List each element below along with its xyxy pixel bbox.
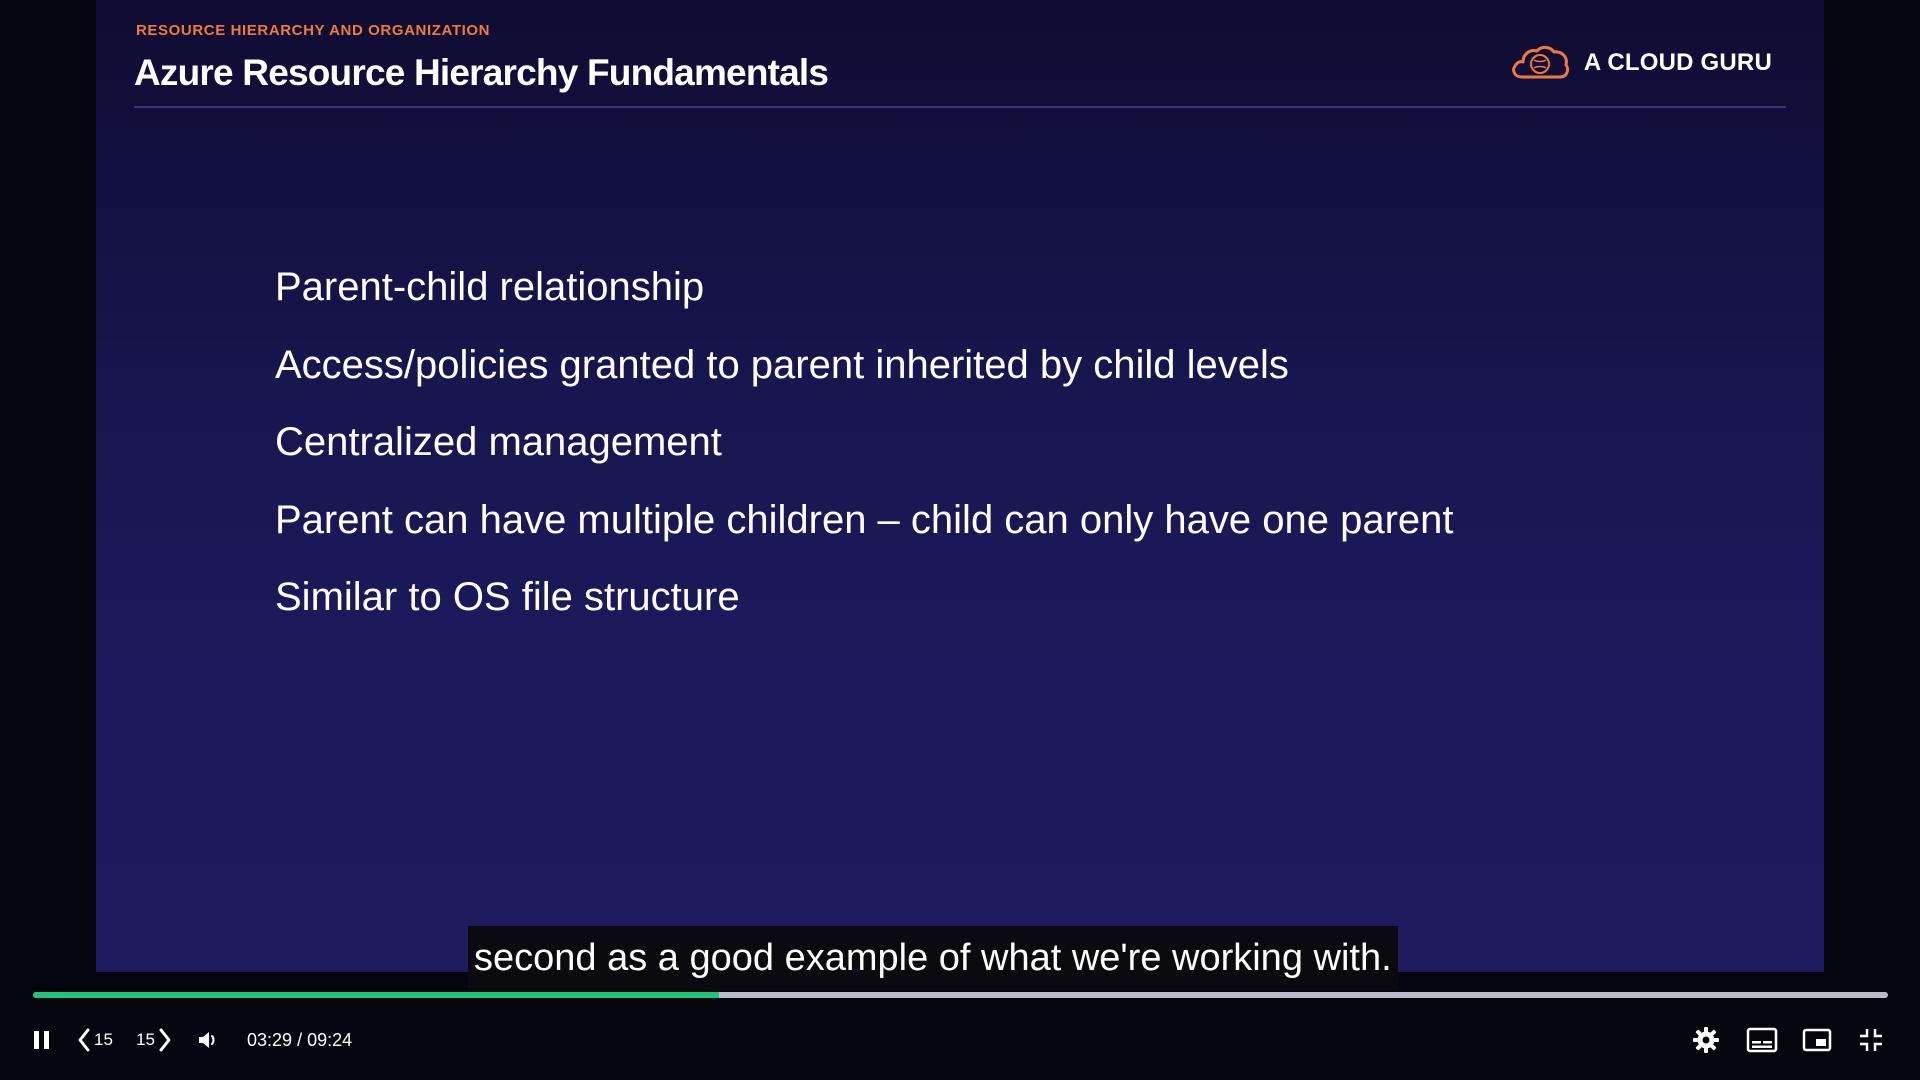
control-bar: 15 15 03:29 / 09:24 [0, 1010, 1920, 1070]
duration: 09:24 [307, 1030, 353, 1050]
video-player: RESOURCE HIERARCHY AND ORGANIZATION Azur… [0, 0, 1920, 1080]
progress-fill [33, 992, 720, 998]
volume-icon [199, 1032, 215, 1048]
skip-back-label: 15 [94, 1030, 113, 1049]
pause-icon [34, 1031, 49, 1049]
bullet-item: Parent can have multiple children – chil… [275, 497, 1454, 542]
subtitles-icon [1746, 1027, 1778, 1053]
bullet-item: Parent-child relationship [275, 265, 705, 309]
skip-forward-button[interactable]: 15 [136, 1010, 180, 1070]
captions-button[interactable] [1746, 1010, 1780, 1070]
bullet-item: Centralized management [275, 420, 722, 464]
skip-forward-label: 15 [136, 1030, 155, 1049]
bullet-item: Similar to OS file structure [275, 575, 740, 619]
exit-fullscreen-icon [1860, 1029, 1882, 1051]
picture-in-picture-button[interactable] [1802, 1010, 1836, 1070]
progress-bar[interactable] [33, 992, 1888, 998]
bullet-item: Access/policies granted to parent inheri… [275, 342, 1289, 387]
time-separator: / [297, 1030, 303, 1050]
chevron-right-icon [159, 1028, 171, 1052]
chevron-left-icon [78, 1028, 90, 1052]
title-divider [134, 106, 1786, 108]
brand-logo: A CLOUD GURU [1510, 44, 1772, 82]
cloud-logo-icon [1512, 45, 1569, 79]
time-display: 03:29 / 09:24 [247, 1010, 352, 1070]
bullet-list: Parent-child relationship Access/policie… [275, 262, 1454, 650]
picture-in-picture-icon [1802, 1028, 1832, 1052]
exit-fullscreen-button[interactable] [1858, 1010, 1888, 1070]
brand-name: A CLOUD GURU [1583, 49, 1772, 76]
slide: RESOURCE HIERARCHY AND ORGANIZATION Azur… [96, 0, 1824, 972]
pause-button[interactable] [30, 1010, 60, 1070]
gear-icon [1693, 1027, 1719, 1053]
subtitle-caption: second as a good example of what we're w… [468, 926, 1398, 990]
slide-title: Azure Resource Hierarchy Fundamentals [134, 52, 829, 93]
current-time: 03:29 [247, 1030, 293, 1050]
settings-button[interactable] [1692, 1010, 1724, 1070]
skip-back-button[interactable]: 15 [76, 1010, 120, 1070]
section-label: RESOURCE HIERARCHY AND ORGANIZATION [136, 22, 491, 39]
volume-button[interactable] [196, 1010, 226, 1070]
